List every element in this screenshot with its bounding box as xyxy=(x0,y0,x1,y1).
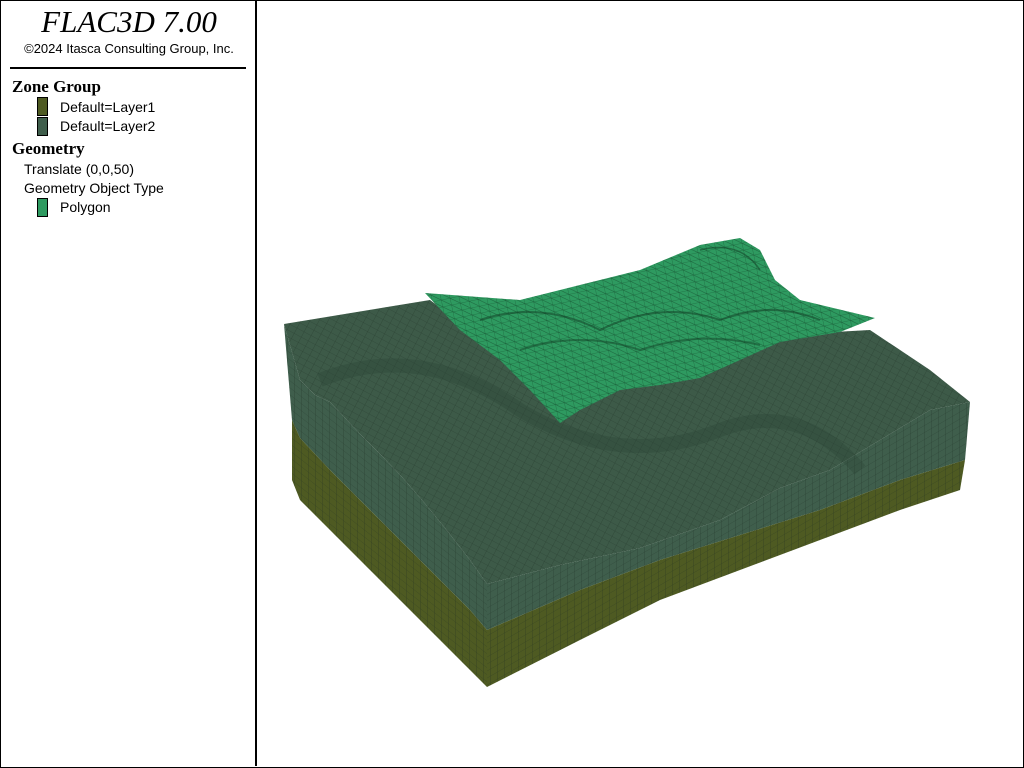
copyright-text: ©2024 Itasca Consulting Group, Inc. xyxy=(24,41,234,56)
layer2-swatch xyxy=(37,117,48,136)
layer1-swatch xyxy=(37,97,48,116)
3d-viewport[interactable] xyxy=(257,1,1022,766)
app-title: FLAC3D 7.00 xyxy=(41,4,217,39)
legend-divider xyxy=(10,67,246,69)
model-scene xyxy=(284,238,970,687)
polygon-swatch xyxy=(37,198,48,217)
polygon-label: Polygon xyxy=(60,199,111,215)
geometry-object-type-label: Geometry Object Type xyxy=(24,180,164,196)
legend-panel: FLAC3D 7.00 ©2024 Itasca Consulting Grou… xyxy=(1,1,257,766)
layer2-label: Default=Layer2 xyxy=(60,118,156,134)
geometry-title: Geometry xyxy=(12,139,85,158)
geometry-translate: Translate (0,0,50) xyxy=(24,161,134,177)
zone-group-title: Zone Group xyxy=(12,77,101,96)
layer1-label: Default=Layer1 xyxy=(60,99,156,115)
